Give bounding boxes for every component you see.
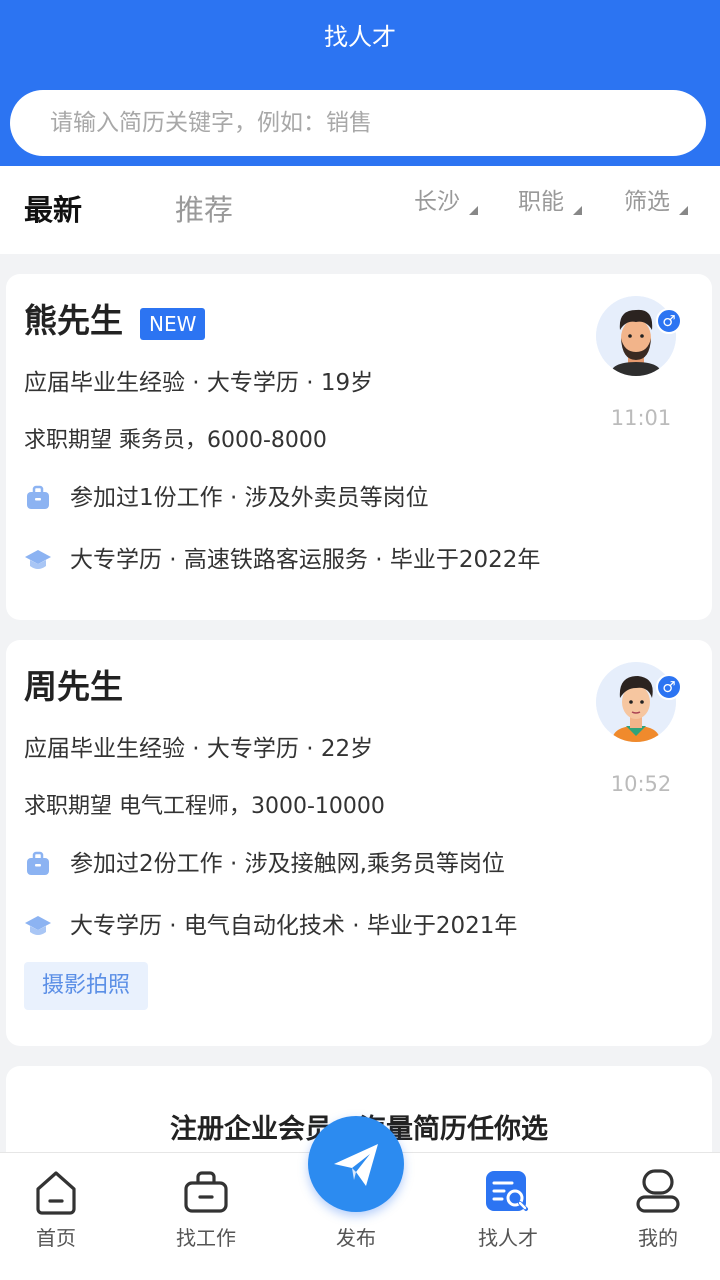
candidate-name: 周先生 bbox=[24, 667, 123, 706]
candidate-info: 应届毕业生经验 · 大专学历 · 22岁 bbox=[24, 736, 374, 762]
candidate-expectation: 求职期望 乘务员，6000-8000 bbox=[24, 428, 327, 453]
candidate-name: 熊先生 bbox=[24, 301, 123, 340]
nav-find-talent-label: 找人才 bbox=[478, 1226, 538, 1250]
nav-home[interactable]: 首页 bbox=[0, 1153, 116, 1280]
home-icon bbox=[36, 1171, 76, 1215]
candidate-info: 应届毕业生经验 · 大专学历 · 19岁 bbox=[24, 370, 374, 396]
briefcase-outline-icon bbox=[184, 1171, 228, 1213]
caret-down-icon bbox=[573, 206, 582, 215]
caret-down-icon bbox=[679, 206, 688, 215]
talent-search-icon bbox=[486, 1171, 528, 1211]
filter-screen-label: 筛选 bbox=[624, 189, 670, 215]
work-experience-text: 参加过2份工作 · 涉及接触网,乘务员等岗位 bbox=[70, 851, 505, 877]
male-gender-icon: ♂ bbox=[656, 674, 682, 700]
graduation-cap-icon bbox=[25, 550, 51, 569]
nav-find-job-label: 找工作 bbox=[176, 1226, 236, 1250]
briefcase-icon bbox=[27, 485, 49, 509]
search-input[interactable] bbox=[50, 90, 670, 156]
filter-function-dropdown[interactable]: 职能 bbox=[518, 186, 582, 218]
new-badge: NEW bbox=[140, 308, 206, 340]
nav-post-label: 发布 bbox=[336, 1226, 376, 1250]
work-experience-row: 参加过2份工作 · 涉及接触网,乘务员等岗位 bbox=[24, 846, 664, 886]
education-row: 大专学历 · 高速铁路客运服务 · 毕业于2022年 bbox=[24, 542, 664, 582]
nav-home-label: 首页 bbox=[36, 1226, 76, 1250]
nav-find-job[interactable]: 找工作 bbox=[146, 1153, 266, 1280]
briefcase-icon bbox=[27, 851, 49, 875]
male-gender-icon: ♂ bbox=[656, 308, 682, 334]
graduation-cap-icon bbox=[25, 916, 51, 935]
tab-latest[interactable]: 最新 bbox=[24, 190, 82, 230]
nav-find-talent[interactable]: 找人才 bbox=[448, 1153, 568, 1280]
tab-recommend[interactable]: 推荐 bbox=[175, 190, 233, 230]
avatar-wrapper[interactable]: ♂ bbox=[596, 662, 682, 742]
candidate-expectation: 求职期望 电气工程师，3000-10000 bbox=[24, 794, 385, 819]
filter-city-dropdown[interactable]: 长沙 bbox=[414, 186, 478, 218]
user-icon bbox=[636, 1169, 680, 1213]
post-button[interactable] bbox=[308, 1116, 404, 1212]
filter-city-label: 长沙 bbox=[414, 189, 460, 215]
update-time: 11:01 bbox=[610, 406, 672, 430]
caret-down-icon bbox=[469, 206, 478, 215]
education-text: 大专学历 · 高速铁路客运服务 · 毕业于2022年 bbox=[70, 547, 541, 573]
skill-tag: 摄影拍照 bbox=[24, 962, 149, 1010]
filter-function-label: 职能 bbox=[518, 189, 564, 215]
work-experience-row: 参加过1份工作 · 涉及外卖员等岗位 bbox=[24, 480, 664, 520]
nav-mine-label: 我的 bbox=[638, 1226, 678, 1250]
filter-screen-dropdown[interactable]: 筛选 bbox=[624, 186, 688, 218]
avatar-wrapper[interactable]: ♂ bbox=[596, 296, 682, 376]
education-row: 大专学历 · 电气自动化技术 · 毕业于2021年 bbox=[24, 908, 664, 948]
candidate-card[interactable]: 熊先生 NEW 应届毕业生经验 · 大专学历 · 19岁 求职期望 乘务员，60… bbox=[6, 274, 712, 620]
education-text: 大专学历 · 电气自动化技术 · 毕业于2021年 bbox=[70, 913, 518, 939]
tab-filter-bar: 最新 推荐 长沙 职能 筛选 bbox=[0, 166, 720, 254]
nav-mine[interactable]: 我的 bbox=[598, 1153, 718, 1280]
paper-plane-icon bbox=[334, 1144, 378, 1186]
work-experience-text: 参加过1份工作 · 涉及外卖员等岗位 bbox=[70, 485, 429, 511]
search-box[interactable] bbox=[10, 90, 706, 156]
update-time: 10:52 bbox=[610, 772, 672, 796]
candidate-card[interactable]: 周先生 应届毕业生经验 · 大专学历 · 22岁 求职期望 电气工程师，3000… bbox=[6, 640, 712, 1046]
header-bar: 找人才 bbox=[0, 0, 720, 166]
page-title: 找人才 bbox=[324, 23, 396, 51]
